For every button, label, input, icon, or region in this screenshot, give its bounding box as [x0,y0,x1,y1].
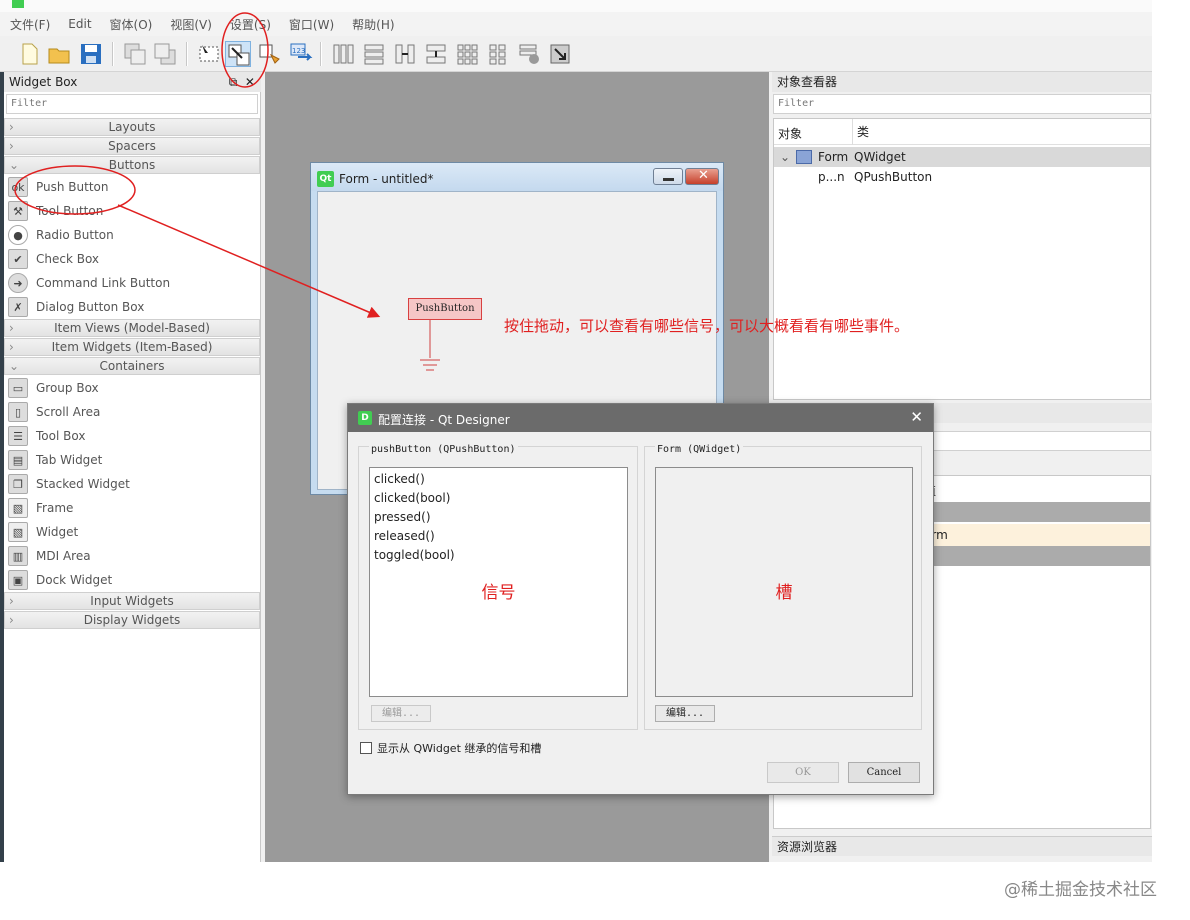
watermark: @稀土掘金技术社区 [1004,880,1157,900]
highlight-ellipse-pushbutton [14,165,136,215]
drag-arrow [117,204,381,318]
qt-designer-window: 文件(F) Edit 窗体(O) 视图(V) 设置(S) 窗口(W) 帮助(H)… [0,0,1152,862]
ground-symbol-icon [420,320,440,371]
annotation-overlay [14,12,440,371]
highlight-ellipse-toolbar [221,12,269,88]
